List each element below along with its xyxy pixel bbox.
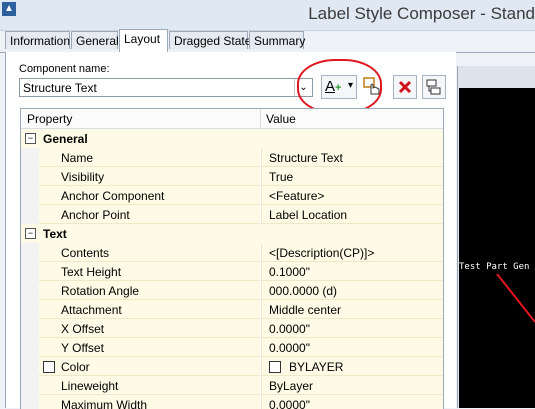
property-row[interactable]: Lineweight ByLayer bbox=[21, 376, 443, 395]
tab-strip: Information General Layout Dragged State… bbox=[0, 29, 535, 53]
property-value[interactable]: <Feature> bbox=[269, 189, 324, 203]
category-text[interactable]: − Text bbox=[21, 224, 443, 243]
property-name: Lineweight bbox=[61, 379, 119, 393]
property-row[interactable]: Rotation Angle 000.0000 (d) bbox=[21, 281, 443, 300]
property-grid: Property Value − General Name Structure … bbox=[20, 108, 444, 409]
property-row[interactable]: X Offset 0.0000" bbox=[21, 319, 443, 338]
title-bar: ▲ Label Style Composer - Stand bbox=[0, 0, 535, 31]
tab-information[interactable]: Information bbox=[5, 31, 70, 49]
grid-header: Property Value bbox=[21, 109, 443, 129]
property-row[interactable]: Attachment Middle center bbox=[21, 300, 443, 319]
label-preview[interactable] bbox=[459, 88, 535, 408]
property-value[interactable]: 0.0000" bbox=[269, 322, 310, 336]
preview-label-text: Test Part Gen bbox=[459, 262, 530, 272]
collapse-icon[interactable]: − bbox=[25, 228, 36, 239]
tab-summary[interactable]: Summary bbox=[249, 31, 305, 49]
window-title: Label Style Composer - Stand bbox=[308, 4, 535, 23]
component-name-value: Structure Text bbox=[23, 81, 97, 95]
column-divider[interactable] bbox=[260, 109, 261, 128]
property-name: Visibility bbox=[61, 170, 105, 184]
property-row[interactable]: Maximum Width 0.0000" bbox=[21, 395, 443, 409]
tab-general[interactable]: General bbox=[71, 31, 119, 49]
property-name: Anchor Point bbox=[61, 208, 130, 222]
tab-dragged-state[interactable]: Dragged State bbox=[169, 31, 251, 49]
app-logo-icon: ▲ bbox=[2, 2, 16, 16]
property-name: Color bbox=[61, 360, 90, 374]
category-general[interactable]: − General bbox=[21, 129, 443, 148]
property-name: X Offset bbox=[61, 322, 105, 336]
value-column-header: Value bbox=[266, 112, 296, 126]
property-value[interactable]: 000.0000 (d) bbox=[269, 284, 337, 298]
component-name-label: Component name: bbox=[19, 63, 110, 75]
color-swatch-icon bbox=[43, 361, 55, 373]
property-value[interactable]: Structure Text bbox=[269, 151, 343, 165]
property-row[interactable]: Anchor Point Label Location bbox=[21, 205, 443, 224]
property-row-color[interactable]: Color BYLAYER bbox=[21, 357, 443, 376]
property-value[interactable]: 0.1000" bbox=[269, 265, 310, 279]
collapse-icon[interactable]: − bbox=[25, 133, 36, 144]
property-name: Y Offset bbox=[61, 341, 104, 355]
preview-leader-line bbox=[496, 273, 535, 323]
property-row[interactable]: Y Offset 0.0000" bbox=[21, 338, 443, 357]
delete-x-icon bbox=[398, 80, 412, 94]
property-column-header: Property bbox=[27, 112, 73, 126]
property-name: Attachment bbox=[61, 303, 122, 317]
category-label: Text bbox=[43, 227, 67, 241]
tab-layout[interactable]: Layout bbox=[119, 29, 168, 52]
draw-order-icon bbox=[426, 79, 441, 95]
color-swatch-icon bbox=[269, 361, 281, 373]
property-name: Name bbox=[61, 151, 94, 165]
property-row[interactable]: Visibility True bbox=[21, 167, 443, 186]
property-name: Maximum Width bbox=[61, 398, 148, 409]
component-draw-order-button[interactable] bbox=[422, 75, 446, 99]
component-name-dropdown[interactable]: Structure Text ⌄ bbox=[19, 78, 313, 97]
property-name: Text Height bbox=[61, 265, 122, 279]
category-label: General bbox=[43, 132, 88, 146]
property-value[interactable]: True bbox=[269, 170, 293, 184]
property-value[interactable]: ByLayer bbox=[269, 379, 313, 393]
highlight-circle bbox=[297, 59, 382, 114]
property-row[interactable]: Text Height 0.1000" bbox=[21, 262, 443, 281]
property-value[interactable]: 0.0000" bbox=[269, 398, 310, 409]
property-value[interactable]: <[Description(CP)]> bbox=[269, 246, 374, 260]
property-value[interactable]: Label Location bbox=[269, 208, 347, 222]
layout-panel: Component name: Structure Text ⌄ A+ ▾ Pr… bbox=[5, 52, 456, 409]
property-value[interactable]: BYLAYER bbox=[289, 360, 343, 374]
property-name: Contents bbox=[61, 246, 110, 260]
property-value[interactable]: Middle center bbox=[269, 303, 341, 317]
property-value[interactable]: 0.0000" bbox=[269, 341, 310, 355]
property-name: Anchor Component bbox=[61, 189, 165, 203]
delete-component-button[interactable] bbox=[393, 75, 417, 99]
property-row[interactable]: Contents <[Description(CP)]> bbox=[21, 243, 443, 262]
property-row[interactable]: Name Structure Text bbox=[21, 148, 443, 167]
property-name: Rotation Angle bbox=[61, 284, 140, 298]
property-row[interactable]: Anchor Component <Feature> bbox=[21, 186, 443, 205]
